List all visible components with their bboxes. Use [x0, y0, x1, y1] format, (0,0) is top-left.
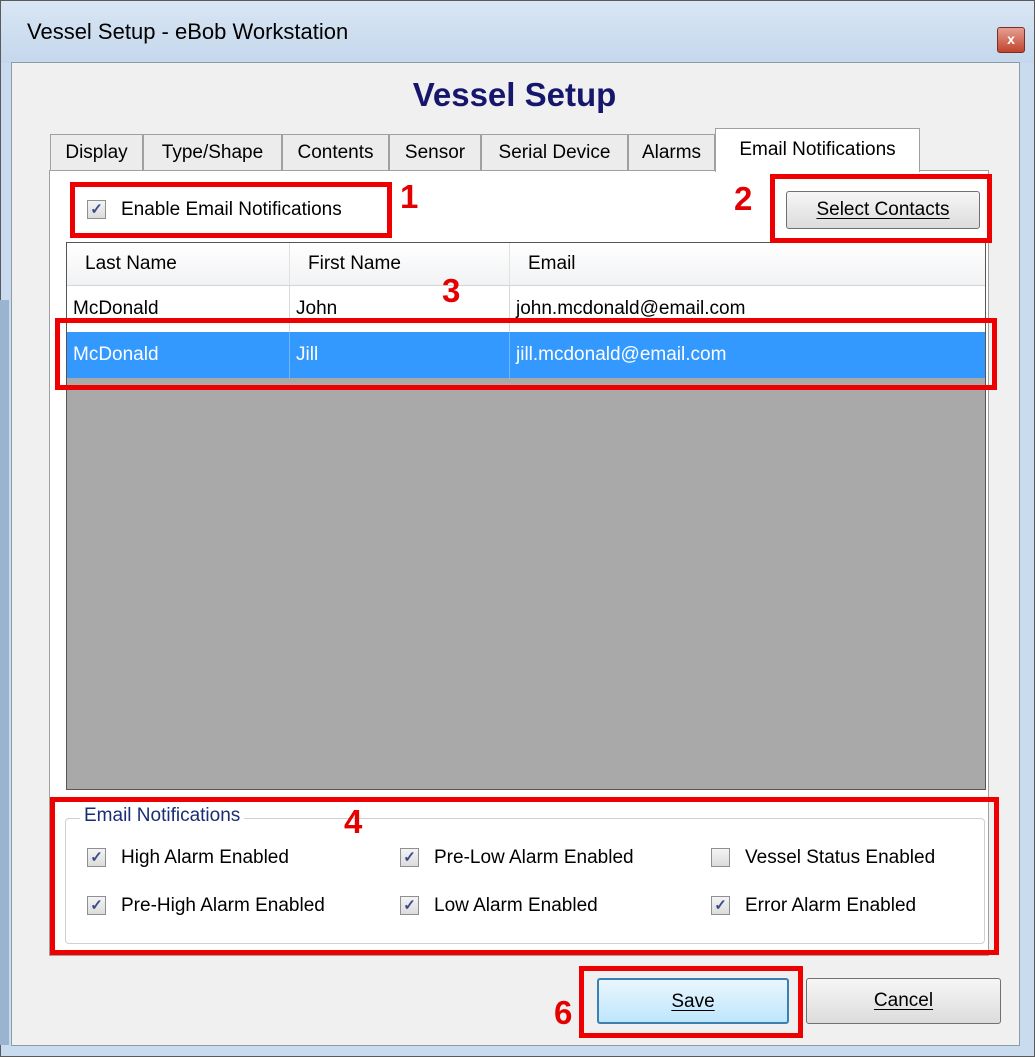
- select-contacts-button[interactable]: Select Contacts: [786, 191, 980, 229]
- tab-sensor[interactable]: Sensor: [389, 134, 481, 170]
- callout-1: 1: [400, 178, 419, 215]
- column-last-name[interactable]: Last Name: [67, 243, 290, 285]
- check-icon: ✓: [90, 849, 103, 866]
- column-first-name[interactable]: First Name: [290, 243, 510, 285]
- pre-high-alarm-label[interactable]: Pre-High Alarm Enabled: [121, 895, 325, 917]
- cell-last-name: McDonald: [67, 332, 290, 378]
- tab-display[interactable]: Display: [50, 134, 143, 170]
- enable-email-label[interactable]: Enable Email Notifications: [121, 199, 342, 221]
- vessel-status-label[interactable]: Vessel Status Enabled: [745, 847, 935, 869]
- save-label: Save: [671, 991, 715, 1012]
- notifications-legend: Email Notifications: [80, 805, 245, 827]
- pre-low-alarm-checkbox[interactable]: ✓: [400, 848, 419, 867]
- background-window-edge: [0, 300, 9, 1045]
- check-icon: ✓: [714, 897, 727, 914]
- check-icon: ✓: [90, 201, 103, 218]
- contacts-grid[interactable]: Last Name First Name Email McDonald John…: [66, 242, 986, 790]
- callout-4: 4: [344, 803, 363, 840]
- high-alarm-checkbox[interactable]: ✓: [87, 848, 106, 867]
- cancel-button[interactable]: Cancel: [806, 978, 1001, 1024]
- high-alarm-label[interactable]: High Alarm Enabled: [121, 847, 289, 869]
- save-button[interactable]: Save: [597, 978, 789, 1024]
- callout-3: 3: [442, 272, 461, 309]
- window-title: Vessel Setup - eBob Workstation: [27, 19, 349, 44]
- select-contacts-label: Select Contacts: [816, 199, 950, 220]
- table-row-selected[interactable]: McDonald Jill jill.mcdonald@email.com: [67, 332, 985, 378]
- low-alarm-checkbox[interactable]: ✓: [400, 896, 419, 915]
- pre-high-alarm-checkbox[interactable]: ✓: [87, 896, 106, 915]
- column-email[interactable]: Email: [510, 243, 985, 285]
- error-alarm-label[interactable]: Error Alarm Enabled: [745, 895, 916, 917]
- tab-alarms[interactable]: Alarms: [628, 134, 715, 170]
- tab-contents[interactable]: Contents: [282, 134, 389, 170]
- low-alarm-label[interactable]: Low Alarm Enabled: [434, 895, 598, 917]
- cell-first-name: Jill: [290, 332, 510, 378]
- check-icon: ✓: [403, 849, 416, 866]
- title-bar[interactable]: Vessel Setup - eBob Workstation x: [1, 1, 1034, 63]
- callout-2: 2: [734, 180, 753, 217]
- tab-serial-device[interactable]: Serial Device: [481, 134, 628, 170]
- notifications-groupbox: [65, 818, 985, 944]
- cell-last-name: McDonald: [67, 286, 290, 332]
- page-title: Vessel Setup: [412, 76, 617, 113]
- check-icon: ✓: [90, 897, 103, 914]
- grid-header: Last Name First Name Email: [67, 243, 985, 286]
- vessel-status-checkbox[interactable]: [711, 848, 730, 867]
- callout-6: 6: [554, 994, 573, 1031]
- error-alarm-checkbox[interactable]: ✓: [711, 896, 730, 915]
- cell-email: jill.mcdonald@email.com: [516, 344, 727, 365]
- cancel-label: Cancel: [873, 990, 934, 1011]
- tab-type-shape[interactable]: Type/Shape: [143, 134, 282, 170]
- tab-email-notifications[interactable]: Email Notifications: [715, 128, 920, 172]
- close-icon[interactable]: x: [997, 27, 1025, 53]
- cell-email: john.mcdonald@email.com: [516, 298, 746, 319]
- enable-email-checkbox[interactable]: ✓: [87, 200, 106, 219]
- table-row[interactable]: McDonald John john.mcdonald@email.com: [67, 286, 985, 332]
- check-icon: ✓: [403, 897, 416, 914]
- cell-first-name: John: [290, 286, 510, 332]
- pre-low-alarm-label[interactable]: Pre-Low Alarm Enabled: [434, 847, 634, 869]
